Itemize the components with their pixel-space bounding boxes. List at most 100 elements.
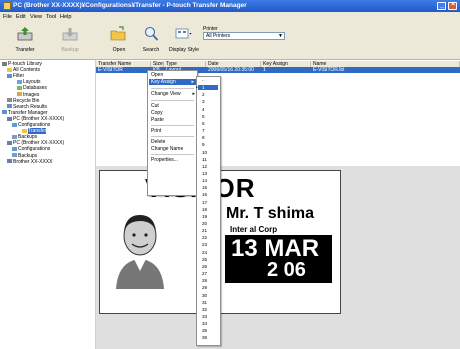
backup-button[interactable]: Backup [49,25,91,55]
menu-help[interactable]: Help [60,14,72,20]
open-folder-icon [110,26,126,41]
context-item-cut[interactable]: Cut [151,103,159,109]
submenu-item[interactable]: 6 [202,121,205,126]
submenu-item[interactable]: 31 [202,300,207,305]
context-item-key-assign[interactable]: Key Assign ▸ [149,79,196,85]
window-title: PC (Brother XX-XXXX)¥Configurations¥Tran… [13,2,247,9]
library-icon [2,61,7,66]
submenu-item[interactable]: 16 [202,192,207,197]
tree-item[interactable]: Brother XX-XXXX [7,159,52,165]
context-item-properties[interactable]: Properties... [151,157,178,163]
submenu-item[interactable]: 19 [202,214,207,219]
submenu-item[interactable]: 23 [202,242,207,247]
submenu-item[interactable]: 11 [202,157,207,162]
context-item-copy[interactable]: Copy [151,110,163,116]
submenu-item[interactable]: 14 [202,178,207,183]
tree-item[interactable]: Configurations [12,122,50,128]
tree-item[interactable]: Images [17,92,39,98]
tree-item[interactable]: Configurations [12,146,50,152]
context-item-print[interactable]: Print [151,128,161,134]
submenu-item[interactable]: 8 [202,135,205,140]
submenu-item[interactable]: 21 [202,228,207,233]
tree-item-label: Recycle Bin [13,97,40,104]
tree-item[interactable]: Filter [7,73,24,79]
folder-icon [22,128,27,133]
tree-item[interactable]: PC (Brother XX-XXXX) [7,140,64,146]
tree-item[interactable]: Transfer Manager [2,110,48,116]
context-item-change-view[interactable]: Change View [151,91,181,97]
submenu-item[interactable]: 3 [202,99,205,104]
tree-item-label: PC (Brother XX-XXXX) [13,140,65,147]
submenu-item[interactable]: 2 [202,92,205,97]
printer-select-value: All Printers [206,33,231,39]
submenu-item[interactable]: 9 [202,142,205,147]
context-item-key-assign-label: Key Assign [151,79,176,85]
submenu-item[interactable]: 34 [202,321,207,326]
tree-item[interactable]: Transfer [22,128,47,135]
submenu-item[interactable]: 30 [202,293,207,298]
menu-tool[interactable]: Tool [46,14,56,20]
tree-item[interactable]: P-touch Library [2,61,42,67]
tree-item[interactable]: Recycle Bin [7,98,39,104]
transfer-icon [17,27,33,41]
submenu-item[interactable]: 24 [202,250,207,255]
submenu-item[interactable]: 1 [198,85,218,91]
tree-item-label: Transfer Manager [8,109,48,116]
submenu-item[interactable]: 13 [202,171,207,176]
submenu-item[interactable]: - [202,78,204,83]
menu-view[interactable]: View [30,14,42,20]
display-style-button[interactable]: Display Style [162,25,206,55]
tree-item-label: Filter [13,73,25,80]
submenu-item[interactable]: 35 [202,328,207,333]
close-button[interactable] [448,1,457,10]
submenu-item[interactable]: 10 [202,150,207,155]
tree-item[interactable]: Backups [12,134,37,140]
tree-item[interactable]: Databases [17,85,47,91]
submenu-item[interactable]: 27 [202,271,207,276]
submenu-item[interactable]: 22 [202,235,207,240]
submenu-item[interactable]: 4 [202,107,205,112]
menu-file[interactable]: File [3,14,12,20]
submenu-item[interactable]: 18 [202,207,207,212]
tree-item-label: Configurations [18,146,51,153]
submenu-item[interactable]: 15 [202,185,207,190]
backup-icon [62,28,78,41]
tree-item-label: Configurations [18,122,51,128]
submenu-item[interactable]: 33 [202,314,207,319]
person-photo [112,209,168,289]
context-item-change-name[interactable]: Change Name [151,146,183,152]
toolbar: Transfer Backup Open Search Display Styl… [0,22,460,60]
submenu-item[interactable]: 32 [202,307,207,312]
submenu-item[interactable]: 12 [202,164,207,169]
submenu-item[interactable]: 26 [202,264,207,269]
printer-select[interactable]: All Printers ▼ [203,32,285,40]
menu-edit[interactable]: Edit [16,14,26,20]
tree-item[interactable]: All Contents [7,67,40,73]
search-icon [144,26,159,41]
submenu-item[interactable]: 17 [202,200,207,205]
tree-item-label: Brother XX-XXXX [13,158,53,165]
minimize-button[interactable] [437,2,446,10]
context-item-paste[interactable]: Paste [151,117,164,123]
tree-item-label: Search Results [13,103,47,110]
submenu-item[interactable]: 7 [202,128,205,133]
submenu-item[interactable]: 28 [202,278,207,283]
tree-item[interactable]: Search Results [7,104,47,110]
app-icon [3,2,11,10]
tree-item[interactable]: Layouts [17,79,41,85]
submenu-item[interactable]: 36 [202,335,207,340]
submenu-item[interactable]: 5 [202,114,205,119]
transfer-button[interactable]: Transfer [4,25,46,55]
search-results-icon [7,104,12,109]
submenu-arrow-icon: ▸ [191,79,194,85]
submenu-item[interactable]: 20 [202,221,207,226]
preview-name: Mr. T shima [226,205,315,222]
submenu-item[interactable]: 29 [202,285,207,290]
tree-item[interactable]: Backups [12,153,37,159]
database-icon [17,86,22,91]
context-item-delete[interactable]: Delete [151,139,165,145]
tree-item[interactable]: PC (Brother XX-XXXX) [7,116,64,122]
submenu-item[interactable]: 25 [202,257,207,262]
printer-icon [7,116,12,121]
context-item-open[interactable]: Open [151,72,163,78]
